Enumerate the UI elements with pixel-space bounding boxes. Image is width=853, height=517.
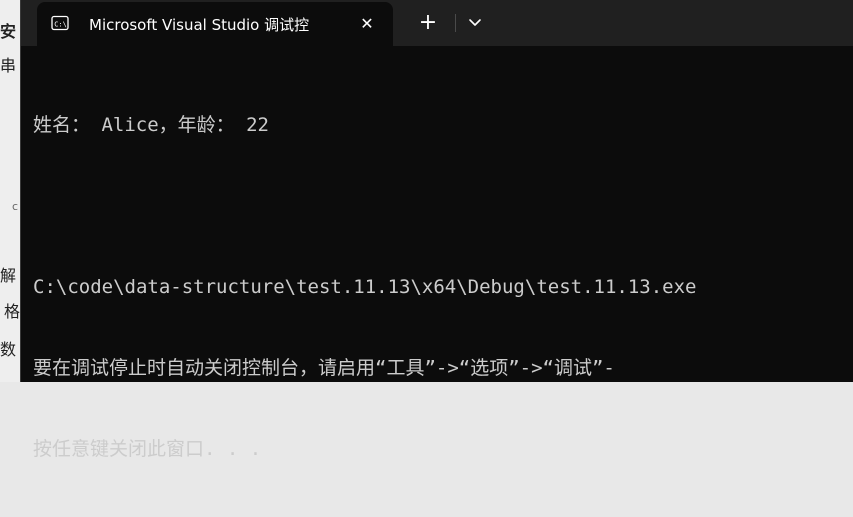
close-icon[interactable]: ✕ xyxy=(355,12,379,36)
title-bar: C:\ Microsoft Visual Studio 调试控 ✕ + xyxy=(21,0,853,46)
terminal-icon: C:\ xyxy=(51,15,69,31)
tab-debug-console[interactable]: C:\ Microsoft Visual Studio 调试控 ✕ xyxy=(37,2,393,46)
console-output[interactable]: 姓名： Alice，年龄： 22 C:\code\data-structure\… xyxy=(33,58,853,517)
svg-text:C:\: C:\ xyxy=(54,21,67,29)
background-text: 安 xyxy=(0,22,17,41)
chevron-down-icon[interactable] xyxy=(461,9,489,37)
console-line: 按任意键关闭此窗口. . . xyxy=(33,438,262,460)
terminal-window: C:\ Microsoft Visual Studio 调试控 ✕ + 姓名： … xyxy=(20,0,853,460)
background-text: 格 xyxy=(4,302,21,321)
tab-title: Microsoft Visual Studio 调试控 xyxy=(89,16,310,34)
divider xyxy=(455,14,456,32)
new-tab-button[interactable]: + xyxy=(413,9,443,37)
background-text: 串 xyxy=(0,56,17,75)
console-line: 要在调试停止时自动关闭控制台，请启用“工具”->“选项”->“调试”- xyxy=(33,357,615,379)
background-text: c xyxy=(12,200,19,213)
console-line: 姓名： Alice，年龄： 22 xyxy=(33,114,269,136)
background-text: 数 xyxy=(0,340,17,359)
console-line: C:\code\data-structure\test.11.13\x64\De… xyxy=(33,276,697,298)
background-text: 解 xyxy=(0,266,17,285)
